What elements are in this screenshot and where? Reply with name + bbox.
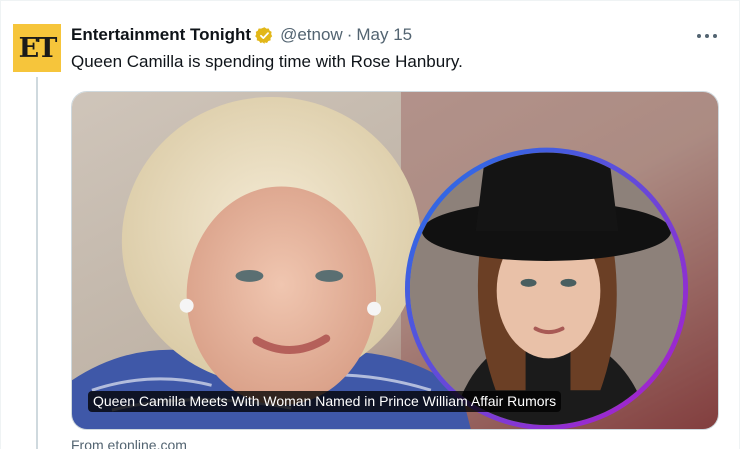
separator-dot: · <box>346 25 353 44</box>
card-headline[interactable]: Queen Camilla Meets With Woman Named in … <box>88 391 562 412</box>
author-handle[interactable]: @etnow <box>280 25 343 45</box>
card-source[interactable]: From etonline.com <box>71 437 187 449</box>
avatar[interactable]: ET <box>13 24 61 72</box>
tweet[interactable]: ET Entertainment Tonight @etnow · May 15… <box>0 0 740 449</box>
tweet-date[interactable]: May 15 <box>356 25 412 45</box>
tweet-header: Entertainment Tonight @etnow · May 15 <box>71 24 412 46</box>
tweet-text: Queen Camilla is spending time with Rose… <box>71 52 463 71</box>
thread-line <box>36 77 38 449</box>
link-card[interactable]: Queen Camilla Meets With Woman Named in … <box>71 91 719 430</box>
more-options-icon[interactable] <box>697 28 717 44</box>
card-image <box>72 92 718 429</box>
author-name[interactable]: Entertainment Tonight <box>71 25 251 45</box>
verified-badge-icon[interactable] <box>255 26 274 45</box>
